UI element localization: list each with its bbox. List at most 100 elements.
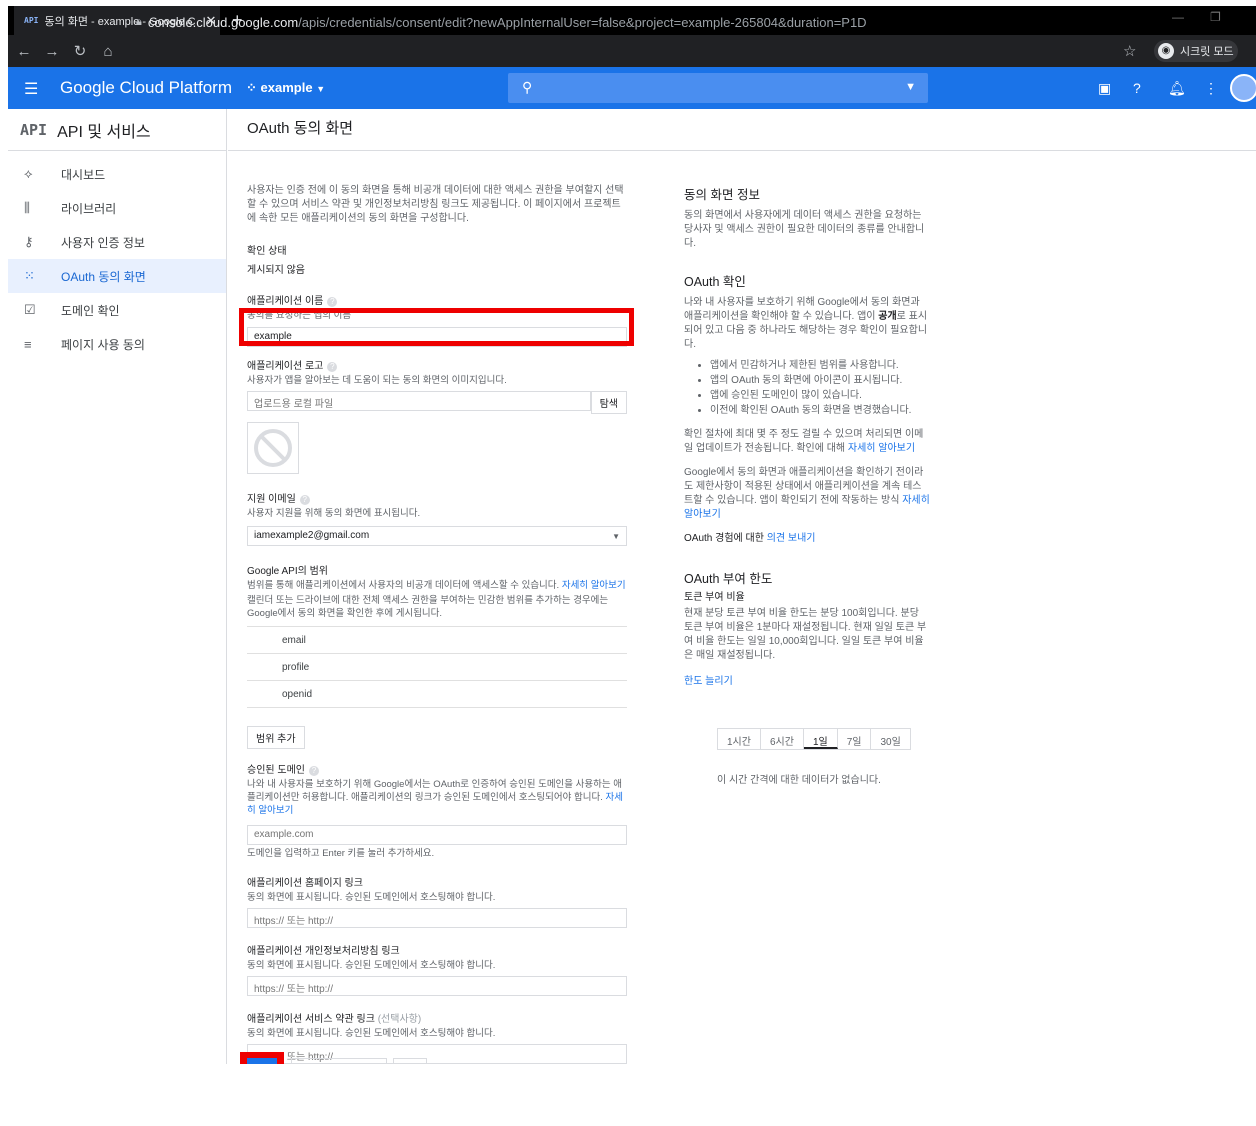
page-consent-icon: ≡ <box>24 336 32 352</box>
scopes-sub-text: 범위를 통해 애플리케이션에서 사용자의 비공개 데이터에 액세스할 수 있습니… <box>247 580 560 591</box>
process-learn-more-link[interactable]: 자세히 알아보기 <box>848 443 915 454</box>
domain-hint: 도메인을 입력하고 Enter 키를 눌러 추가하세요. <box>247 848 435 859</box>
tab-1h[interactable]: 1시간 <box>718 729 761 749</box>
api-favicon-icon: API <box>24 16 39 25</box>
incognito-label: 시크릿 모드 <box>1180 46 1234 58</box>
app-name-label: 애플리케이션 이름? <box>247 292 627 307</box>
url-host: console.cloud.google.com <box>147 14 299 30</box>
scopes-sub: 범위를 통해 애플리케이션에서 사용자의 비공개 데이터에 액세스할 수 있습니… <box>247 579 627 592</box>
forward-icon[interactable]: → <box>38 43 66 60</box>
sidebar-item-page-consent[interactable]: ≡ 페이지 사용 동의 <box>8 327 226 361</box>
brand-title[interactable]: Google Cloud Platform <box>60 78 232 98</box>
list-item: 앱에서 민감하거나 제한된 범위를 사용합니다. <box>710 358 930 373</box>
help-icon[interactable]: ? <box>308 766 319 776</box>
app-logo-label-text: 애플리케이션 로고 <box>247 361 324 372</box>
no-image-icon <box>247 422 299 474</box>
project-dots-icon: ⁘ <box>246 80 257 95</box>
highlight-app-name <box>239 308 634 346</box>
cloud-shell-icon[interactable]: ▣ <box>1098 80 1111 97</box>
limit-text: 현재 분당 토큰 부여 비율 한도는 분당 100회입니다. 분당 토큰 부여 … <box>684 608 927 661</box>
more-vert-icon[interactable]: ⋮ <box>1204 80 1218 97</box>
help-icon[interactable]: ? <box>327 297 338 307</box>
oauth-verify-public: 공개 <box>878 311 897 322</box>
notifications-icon[interactable]: 🔔︎ <box>1168 80 1186 97</box>
verify-status-label: 확인 상태 <box>247 246 287 257</box>
home-icon[interactable]: ⌂ <box>94 43 122 60</box>
help-icon[interactable]: ? <box>1133 80 1141 96</box>
cancel-button[interactable] <box>393 1058 427 1064</box>
project-selector[interactable]: ⁘ example ▼ <box>246 80 325 96</box>
scopes-learn-more-link[interactable]: 자세히 알아보기 <box>562 580 626 591</box>
homepage-sub: 동의 화면에 표시됩니다. 승인된 도메인에서 호스팅해야 합니다. <box>247 892 496 903</box>
library-icon: ⫼ <box>24 200 30 215</box>
terms-sub: 동의 화면에 표시됩니다. 승인된 도메인에서 호스팅해야 합니다. <box>247 1028 496 1039</box>
dashboard-icon: ⟡ <box>24 166 33 181</box>
url-path: /apis/credentials/consent/edit?newAppInt… <box>298 14 867 30</box>
support-email-select[interactable]: iamexample2@gmail.com ▼ <box>247 526 627 546</box>
terms-label-text: 애플리케이션 서비스 약관 링크 <box>247 1014 375 1025</box>
incognito-badge[interactable]: ◉ 시크릿 모드 <box>1154 40 1238 62</box>
menu-icon[interactable]: ☰ <box>24 79 38 99</box>
url-field[interactable]: 🔒︎ console.cloud.google.com /apis/creden… <box>136 10 1256 34</box>
sidebar-header: API API 및 서비스 <box>8 109 226 151</box>
support-email-label-text: 지원 이메일 <box>247 494 296 505</box>
sidebar-item-oauth-consent[interactable]: ⁙ OAuth 동의 화면 <box>8 259 226 293</box>
sidebar-item-credentials[interactable]: ⚷ 사용자 인증 정보 <box>8 225 226 259</box>
scope-list: email profile openid <box>247 626 627 708</box>
page-title: OAuth 동의 화면 <box>228 109 1256 151</box>
sidebar-item-dashboard[interactable]: ⟡ 대시보드 <box>8 157 226 191</box>
scopes-sub2: 캘린더 또는 드라이브에 대한 전체 액세스 권한을 부여하는 민감한 범위를 … <box>247 595 609 619</box>
sidebar: API API 및 서비스 ⟡ 대시보드 ⫼ 라이브러리 ⚷ 사용자 인증 정보 ⁙ O… <box>8 109 227 1064</box>
sidebar-item-label: 사용자 인증 정보 <box>61 235 145 250</box>
verification-criteria-list: 앱에서 민감하거나 제한된 범위를 사용합니다. 앱의 OAuth 동의 화면에… <box>684 358 930 418</box>
privacy-label: 애플리케이션 개인정보처리방침 링크 <box>247 946 400 957</box>
homepage-input[interactable]: https:// 또는 http:// <box>247 908 627 928</box>
bookmark-star-icon[interactable]: ☆ <box>1123 42 1136 60</box>
support-email-label: 지원 이메일? <box>247 490 627 505</box>
search-icon: ⚲ <box>522 79 533 95</box>
scope-item: email <box>247 627 627 654</box>
sidebar-item-label: 대시보드 <box>61 167 106 182</box>
browser-window: API 동의 화면 - example - Google C ✕ + — ❐ ←… <box>8 6 1256 1064</box>
reload-icon[interactable]: ↻ <box>66 42 94 60</box>
form-intro: 사용자는 인증 전에 이 동의 화면을 통해 비공개 데이터에 대한 액세스 권… <box>247 185 624 224</box>
avatar[interactable] <box>1230 74 1256 102</box>
send-feedback-link[interactable]: 의견 보내기 <box>767 533 816 544</box>
scopes-label: Google API의 범위 <box>247 566 328 577</box>
tab-7d[interactable]: 7일 <box>838 729 872 749</box>
chevron-down-icon: ▼ <box>316 84 326 94</box>
process-text: 확인 절차에 최대 몇 주 정도 걸릴 수 있으며 처리되면 이메일 업데이트가… <box>684 428 930 456</box>
consent-info-title: 동의 화면 정보 <box>684 188 760 202</box>
terms-optional: (선택사항) <box>377 1014 422 1025</box>
browse-button[interactable]: 탐색 <box>590 391 627 414</box>
testing-text-body: Google에서 동의 화면과 애플리케이션을 확인하기 전이라도 제한사항이 … <box>684 467 924 506</box>
tab-30d[interactable]: 30일 <box>871 729 909 749</box>
increase-limit-link[interactable]: 한도 늘리기 <box>684 676 733 687</box>
file-input[interactable]: 업로드용 로컬 파일 <box>247 391 591 411</box>
domain-check-icon: ☑ <box>24 302 36 317</box>
support-email-value: iamexample2@gmail.com <box>254 530 370 541</box>
privacy-input[interactable]: https:// 또는 http:// <box>247 976 627 996</box>
search-dropdown-icon[interactable]: ▼ <box>905 81 916 93</box>
sidebar-item-library[interactable]: ⫼ 라이브러리 <box>8 191 226 225</box>
domain-input[interactable]: example.com <box>247 825 627 845</box>
api-badge: API <box>20 120 48 139</box>
authorized-domain-sub: 나와 내 사용자를 보호하기 위해 Google에서는 OAuth로 인증하여 … <box>247 778 627 817</box>
search-bar[interactable]: ⚲ ▼ <box>508 73 928 103</box>
lock-icon: 🔒︎ <box>136 15 142 28</box>
sidebar-item-domain-verification[interactable]: ☑ 도메인 확인 <box>8 293 226 327</box>
tab-1d[interactable]: 1일 <box>803 729 838 749</box>
submit-for-verification-button[interactable] <box>291 1058 387 1064</box>
help-icon[interactable]: ? <box>299 495 310 505</box>
back-icon[interactable]: ← <box>10 43 38 60</box>
oauth-verify-title: OAuth 확인 <box>684 275 746 289</box>
save-button[interactable] <box>247 1058 277 1064</box>
authorized-domain-label-text: 승인된 도메인 <box>247 765 305 776</box>
verify-status-value: 게시되지 않음 <box>247 265 305 276</box>
sidebar-item-label: 라이브러리 <box>61 201 117 216</box>
help-icon[interactable]: ? <box>327 362 338 372</box>
no-data-message: 이 시간 간격에 대한 데이터가 없습니다. <box>717 775 881 786</box>
add-scope-button[interactable]: 범위 추가 <box>247 726 305 749</box>
key-icon: ⚷ <box>24 234 34 249</box>
tab-6h[interactable]: 6시간 <box>761 729 804 749</box>
